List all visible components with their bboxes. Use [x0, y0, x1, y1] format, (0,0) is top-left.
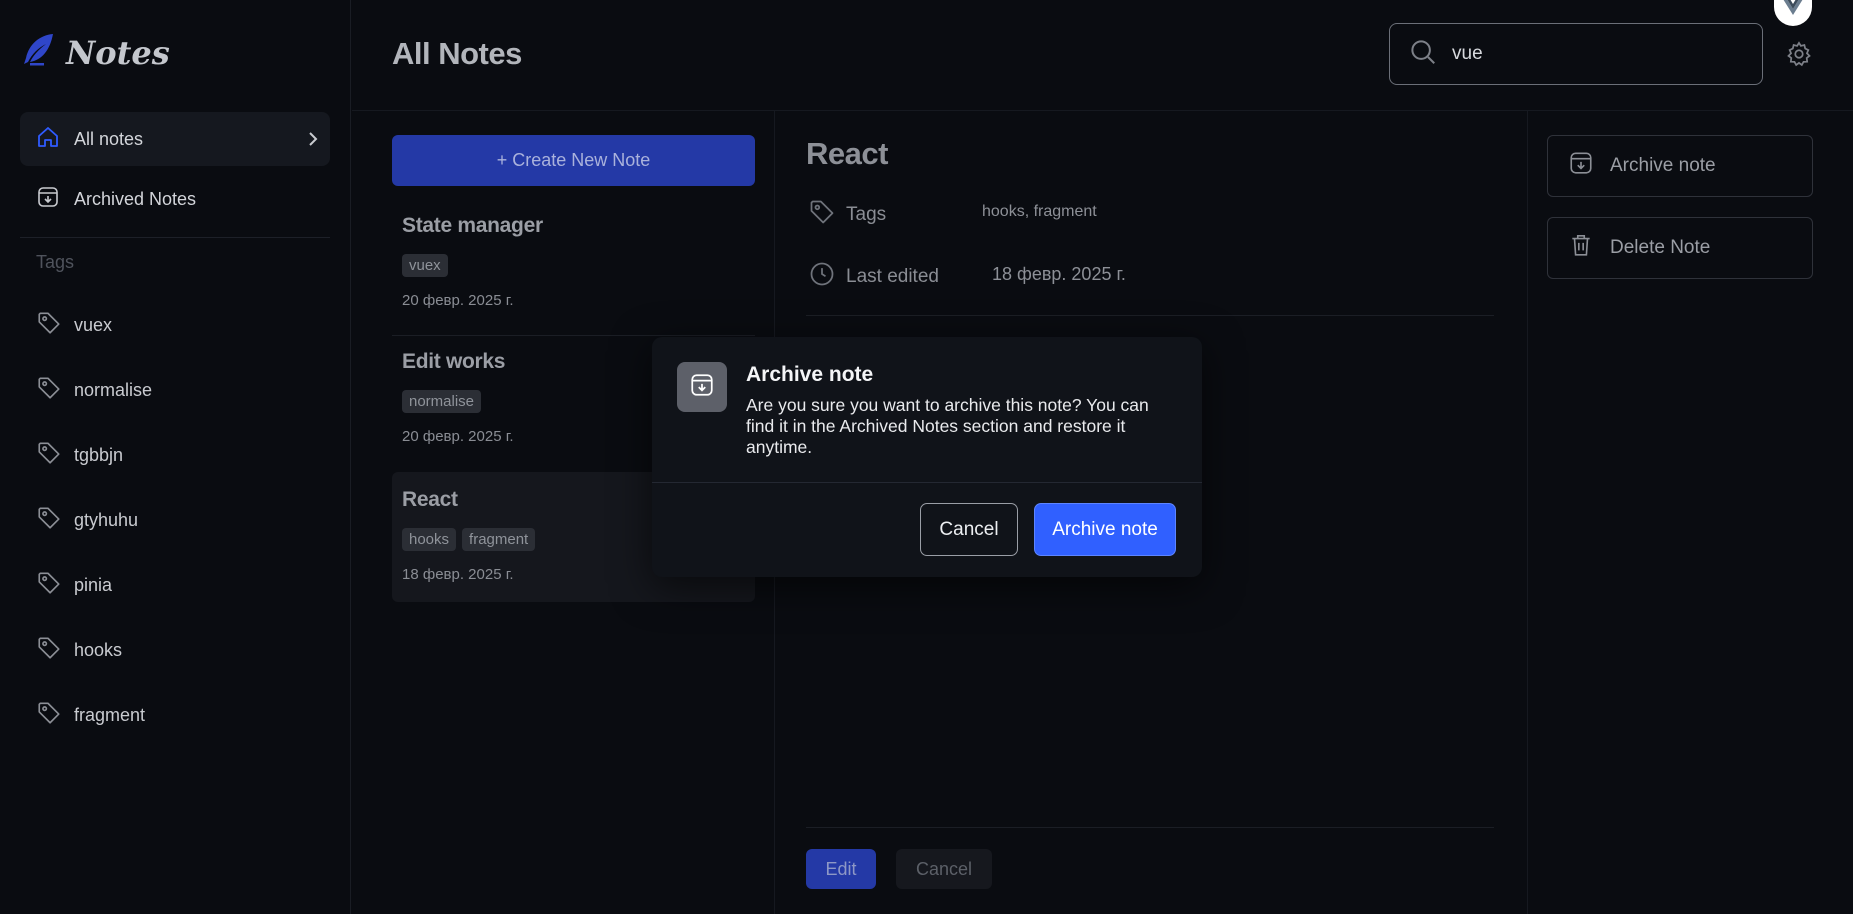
note-date: 20 февр. 2025 г.	[402, 292, 514, 309]
detail-footer-divider	[806, 827, 1494, 828]
vue-logo-icon	[1783, 0, 1803, 20]
detail-edited-label: Last edited	[846, 266, 939, 287]
delete-note-button[interactable]: Delete Note	[1547, 217, 1813, 279]
tag-chip: hooks	[402, 528, 457, 551]
chevron-right-icon	[306, 129, 320, 154]
sidebar-tag-tgbbjn[interactable]: tgbbjn	[36, 440, 123, 471]
trash-icon	[1568, 232, 1594, 264]
tag-label: tgbbjn	[74, 445, 124, 465]
home-icon	[36, 125, 60, 154]
tag-chip: fragment	[462, 528, 536, 551]
settings-button[interactable]	[1785, 40, 1813, 73]
sidebar-tag-fragment[interactable]: fragment	[36, 700, 145, 731]
archive-icon	[689, 372, 715, 403]
modal-cancel-button[interactable]: Cancel	[920, 503, 1018, 556]
page-title: All Notes	[392, 36, 522, 71]
tags-section-title: Tags	[36, 252, 75, 272]
sidebar-divider	[20, 237, 330, 238]
sidebar-tag-gtyhuhu[interactable]: gtyhuhu	[36, 505, 138, 536]
cancel-edit-button[interactable]: Cancel	[896, 849, 992, 889]
archive-icon	[36, 185, 60, 214]
sidebar-item-label: Archived Notes	[74, 188, 197, 209]
delete-note-label: Delete Note	[1610, 237, 1711, 258]
tag-label: gtyhuhu	[74, 510, 139, 530]
tag-icon	[36, 570, 62, 601]
search-icon	[1408, 37, 1438, 72]
app-name: Notes	[66, 33, 170, 72]
tag-icon	[36, 310, 62, 341]
actions-divider	[1527, 111, 1528, 914]
tag-chip: normalise	[402, 390, 482, 413]
tag-label: normalise	[74, 380, 153, 400]
detail-tags-label: Tags	[846, 204, 887, 225]
modal-icon-box	[677, 362, 727, 412]
app-logo[interactable]: Notes	[20, 32, 170, 73]
sidebar-item-archived[interactable]: Archived Notes	[20, 172, 330, 226]
tag-icon	[808, 198, 836, 232]
sidebar-tag-normalise[interactable]: normalise	[36, 375, 152, 406]
note-tags: vuex	[402, 254, 745, 277]
sidebar-tag-pinia[interactable]: pinia	[36, 570, 112, 601]
search-input[interactable]	[1452, 43, 1742, 65]
sidebar-tag-hooks[interactable]: hooks	[36, 635, 122, 666]
note-detail-title: React	[806, 136, 888, 171]
detail-tags-row: Tags	[808, 198, 886, 232]
tag-label: hooks	[74, 640, 123, 660]
notes-app: Notes All notes Archived Notes Tags vuex	[0, 0, 1853, 914]
gear-icon	[1785, 41, 1813, 72]
create-note-button[interactable]: + Create New Note	[392, 135, 755, 186]
archive-note-label: Archive note	[1610, 155, 1716, 176]
feather-icon	[20, 32, 56, 73]
modal-divider	[652, 482, 1202, 483]
tag-label: fragment	[74, 705, 146, 725]
tag-label: pinia	[74, 575, 113, 595]
sidebar: Notes All notes Archived Notes Tags vuex	[0, 0, 351, 914]
note-card[interactable]: State manager vuex 20 февр. 2025 г.	[392, 204, 755, 319]
detail-edited-value: 18 февр. 2025 г.	[992, 264, 1126, 284]
detail-divider	[806, 315, 1494, 316]
devtools-badge[interactable]	[1774, 0, 1812, 26]
tag-icon	[36, 635, 62, 666]
tag-icon	[36, 700, 62, 731]
modal-title: Archive note	[746, 363, 874, 386]
clock-icon	[808, 260, 836, 294]
search-box[interactable]	[1389, 23, 1763, 85]
sidebar-item-all-notes[interactable]: All notes	[20, 112, 330, 166]
note-title: State manager	[402, 214, 543, 237]
modal-confirm-archive-button[interactable]: Archive note	[1034, 503, 1176, 556]
tag-icon	[36, 440, 62, 471]
detail-tags-value: hooks, fragment	[982, 203, 1097, 220]
edit-button[interactable]: Edit	[806, 849, 876, 889]
archive-icon	[1568, 150, 1594, 182]
modal-message: Are you sure you want to archive this no…	[746, 395, 1149, 457]
tag-icon	[36, 375, 62, 406]
tag-label: vuex	[74, 315, 113, 335]
tag-chip: vuex	[402, 254, 448, 277]
archive-note-button[interactable]: Archive note	[1547, 135, 1813, 197]
tag-icon	[36, 505, 62, 536]
sidebar-tag-vuex[interactable]: vuex	[36, 310, 112, 341]
archive-confirm-dialog: Archive note Are you sure you want to ar…	[652, 337, 1202, 577]
detail-edited-row: Last edited	[808, 260, 939, 294]
note-divider	[392, 335, 755, 336]
sidebar-item-label: All notes	[74, 128, 144, 149]
